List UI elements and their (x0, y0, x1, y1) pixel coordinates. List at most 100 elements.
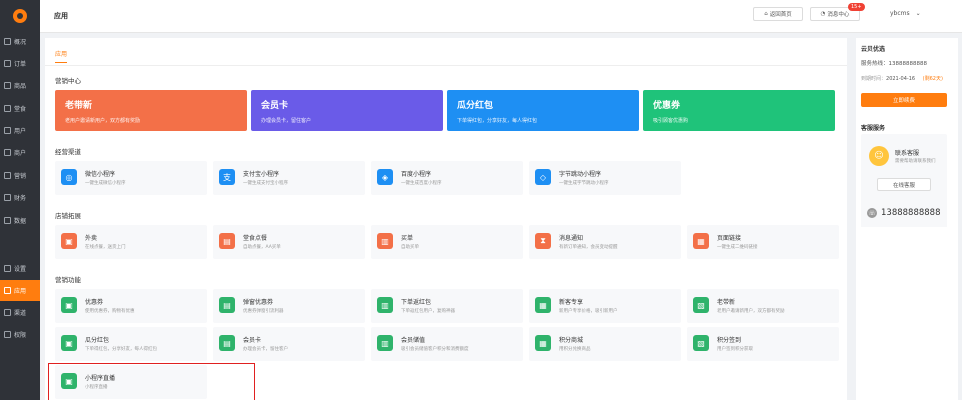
renew-button[interactable]: 立即续费 (861, 93, 947, 107)
sidebar-item-marketing[interactable]: 营销 (0, 165, 40, 186)
tab-bar: 应用 (45, 46, 847, 66)
phone-icon: ☏ (867, 208, 877, 218)
app-card[interactable]: ▥ 下单返红包 下单返红包用户，复购神器 (371, 289, 523, 323)
sidebar-item-label: 渠道 (14, 310, 27, 317)
marketing-card[interactable]: 优惠券 吸引顾客优惠购 (643, 90, 835, 131)
app-card-name: 支付宝小程序 (243, 171, 280, 178)
app-card[interactable]: 支 支付宝小程序 一键生成支付宝小程序 (213, 161, 365, 195)
app-card-desc: 使用优惠券，购物有优惠 (85, 309, 135, 314)
app-icon: ◇ (535, 169, 551, 185)
sidebar-item-overview[interactable]: 概况 (0, 31, 40, 52)
sidebar-item-label: 数据 (14, 218, 27, 225)
app-card[interactable]: ▣ 瓜分红包 下单得红包，分享好友，每人得红包 (55, 327, 207, 361)
app-icon: ▤ (219, 335, 235, 351)
app-card-name: 买单 (401, 235, 414, 242)
expire-info: 到期时间：2021-04-16 (剩62天) (861, 75, 943, 82)
app-icon: ▣ (61, 335, 77, 351)
app-card-desc: 自助买单 (401, 245, 419, 250)
permissions-icon (4, 331, 11, 338)
sidebar-item-channels[interactable]: 渠道 (0, 302, 40, 323)
app-card-name: 会员卡 (243, 337, 262, 344)
sidebar-item-settings[interactable]: 设置 (0, 258, 40, 279)
app-card[interactable]: ▤ 会员卡 办理会员卡，留住客户 (213, 327, 365, 361)
sidebar-item-apps[interactable]: 应用 (0, 280, 40, 301)
app-card-desc: 优惠券弹窗引流利器 (243, 309, 284, 314)
sidebar-item-goods[interactable]: 商品 (0, 75, 40, 96)
sidebar-item-orders[interactable]: 订单 (0, 53, 40, 74)
sidebar-item-merchants[interactable]: 商户 (0, 142, 40, 163)
app-card[interactable]: ▣ 外卖 在线点餐，送货上门 (55, 225, 207, 259)
app-card[interactable]: ▦ 积分商城用积分兑换商品 (529, 327, 681, 361)
app-card-name: 会员储值 (401, 337, 426, 344)
marketing-card[interactable]: 瓜分红包 下单得红包，分享好友，每人得红包 (447, 90, 639, 131)
marketing-card-title: 会员卡 (261, 101, 289, 111)
app-card-desc: 一键生成微信小程序 (85, 181, 126, 186)
app-card-desc: 一键生成百度小程序 (401, 181, 442, 186)
sidebar-item-dinein[interactable]: 堂食 (0, 98, 40, 119)
app-card-name: 外卖 (85, 235, 98, 242)
tab-apps[interactable]: 应用 (55, 49, 68, 63)
sidebar-item-permissions[interactable]: 权限 (0, 324, 40, 345)
app-card[interactable]: ▤ 堂食点餐 自助点餐，AA买单 (213, 225, 365, 259)
app-card[interactable]: ▦ 页面链接 一键生成二维码链接 (687, 225, 839, 259)
sidebar-item-finance[interactable]: 财务 (0, 187, 40, 208)
app-card-name: 弹窗优惠券 (243, 299, 274, 306)
app-card-desc: 吸引会员储值客户积分和消费额度 (401, 347, 469, 352)
app-card-name: 积分商城 (559, 337, 584, 344)
sidebar-item-label: 概况 (14, 39, 27, 46)
username: ybcms (890, 10, 910, 17)
home-button-label: 返回首页 (769, 12, 792, 18)
main-panel: 应用 营销中心 老带新 老用户邀请新用户，双方都有奖励 会员卡 办理会员卡，留住客户瓜… (45, 38, 847, 400)
app-card[interactable]: ▣ 优惠券 使用优惠券，购物有优惠 (55, 289, 207, 323)
app-card[interactable]: ◇ 字节跳动小程序一键生成字节跳动小程序 (529, 161, 681, 195)
app-card-name: 下单返红包 (401, 299, 432, 306)
app-card[interactable]: ▦ 新客专享 新用户专享价格，吸引新用户 (529, 289, 681, 323)
app-icon: ▣ (61, 233, 77, 249)
dinein-icon (4, 105, 11, 112)
sidebar-item-users[interactable]: 用户 (0, 120, 40, 141)
app-card-name: 老带新 (717, 299, 736, 306)
app-card-desc: 一键生成字节跳动小程序 (559, 181, 609, 186)
section-title-channels: 经营渠道 (55, 148, 81, 156)
user-menu[interactable]: ybcms ⌄ (890, 10, 921, 17)
sidebar-item-data[interactable]: 数据 (0, 210, 40, 231)
app-card[interactable]: ▥ 买单自助买单 (371, 225, 523, 259)
brand-logo[interactable] (4, 4, 36, 26)
app-card-name: 堂食点餐 (243, 235, 268, 242)
app-card[interactable]: ▧ 老带新 老用户邀请新用户，双方都有奖励 (687, 289, 839, 323)
page-title: 应用 (54, 12, 68, 20)
hotline-box: ☏ 13888888888 (861, 201, 947, 227)
app-card[interactable]: ◈ 百度小程序一键生成百度小程序 (371, 161, 523, 195)
marketing-card-desc: 老用户邀请新用户，双方都有奖励 (65, 118, 141, 124)
chevron-down-icon: ⌄ (915, 10, 921, 17)
marketing-card[interactable]: 会员卡 办理会员卡，留住客户 (251, 90, 443, 131)
app-card-desc: 用积分兑换商品 (559, 347, 591, 352)
marketing-card-title: 瓜分红包 (457, 101, 494, 111)
sidebar-item-label: 应用 (14, 288, 27, 295)
home-button[interactable]: ⌂ 返回首页 (753, 7, 803, 21)
remaining-days: (剩62天) (922, 76, 943, 82)
online-service-button[interactable]: 在线客服 (877, 178, 931, 191)
hotline-number: 13888888888 (881, 208, 941, 218)
section-title-store-expansion: 店铺拓展 (55, 212, 81, 220)
app-card[interactable]: ◎ 微信小程序 一键生成微信小程序 (55, 161, 207, 195)
app-icon: ▥ (377, 335, 393, 351)
app-card[interactable]: ⧗ 消息通知 有新订单通知，会员变动提醒 (529, 225, 681, 259)
app-icon: ▦ (535, 335, 551, 351)
app-card[interactable]: ▤ 弹窗优惠券 优惠券弹窗引流利器 (213, 289, 365, 323)
sidebar-item-label: 用户 (14, 128, 27, 135)
app-card-desc: 用户签到积分获取 (717, 347, 753, 352)
app-card[interactable]: ▧ 积分签到 用户签到积分获取 (687, 327, 839, 361)
section-title-marketing-center: 营销中心 (55, 77, 81, 85)
service-phone: 服务热线：13888888888 (861, 61, 927, 67)
app-card-name: 百度小程序 (401, 171, 432, 178)
app-icon: ▥ (377, 233, 393, 249)
home-icon: ⌂ (764, 11, 768, 17)
sidebar-item-label: 营销 (14, 173, 27, 180)
app-icon: ◈ (377, 169, 393, 185)
app-card-name: 字节跳动小程序 (559, 171, 602, 178)
app-card-desc: 自助点餐，AA买单 (243, 245, 281, 250)
app-card[interactable]: ▥ 会员储值吸引会员储值客户积分和消费额度 (371, 327, 523, 361)
app-card-desc: 有新订单通知，会员变动提醒 (559, 245, 618, 250)
marketing-card[interactable]: 老带新 老用户邀请新用户，双方都有奖励 (55, 90, 247, 131)
